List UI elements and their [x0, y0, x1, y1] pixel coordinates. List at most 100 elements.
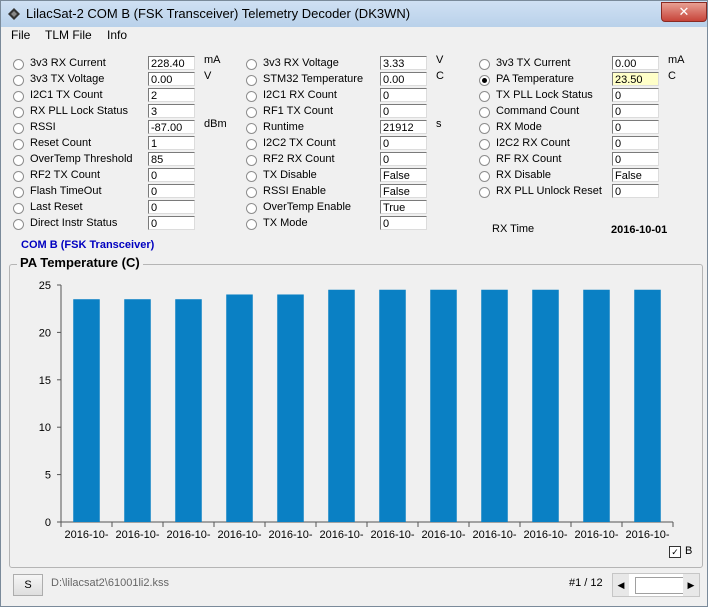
radio-rx-disable[interactable] [479, 171, 490, 182]
y-tick-label: 0 [45, 517, 51, 529]
param-row-stm32-temperature: STM32 Temperature 0.00 C [246, 70, 466, 88]
param-row-i2c1-rx-count: I2C1 RX Count 0 [246, 88, 466, 104]
param-row-reset-count: Reset Count 1 [13, 136, 234, 152]
value-rssi: -87.00 [148, 120, 195, 134]
value-last-reset: 0 [148, 200, 195, 214]
file-path: D:\lilacsat2\61001li2.kss [51, 577, 170, 589]
page-scrollbar[interactable]: ◀ ▶ [612, 573, 700, 597]
radio-3v3-tx-current[interactable] [479, 59, 490, 70]
param-row-direct-instr-status: Direct Instr Status 0 [13, 216, 234, 232]
x-tick-label: 2016-10- [625, 529, 669, 541]
scroll-thumb[interactable] [635, 577, 685, 594]
rx-time-value: 2016-10-01 [611, 224, 668, 236]
satellite-app-icon [8, 8, 20, 20]
bar [481, 289, 508, 522]
legend-checkbox[interactable]: ✓ [669, 546, 681, 558]
value-rf-rx-count: 0 [612, 152, 659, 166]
radio-reset-count[interactable] [13, 139, 24, 150]
radio-rf2-tx-count[interactable] [13, 171, 24, 182]
radio-runtime[interactable] [246, 123, 257, 134]
y-tick-label: 15 [39, 375, 51, 387]
label-last-reset: Last Reset [30, 201, 83, 213]
value-rf1-tx-count: 0 [380, 104, 427, 118]
param-row-rssi: RSSI -87.00 dBm [13, 118, 234, 136]
label-rx-pll-unlock-reset: RX PLL Unlock Reset [496, 185, 602, 197]
radio-flash-timeout[interactable] [13, 187, 24, 198]
menu-info[interactable]: Info [107, 28, 127, 42]
radio-pa-temperature[interactable] [479, 75, 490, 86]
label-i2c2-rx-count: I2C2 RX Count [496, 137, 570, 149]
radio-overtemp-enable[interactable] [246, 203, 257, 214]
label-rx-disable: RX Disable [496, 169, 552, 181]
radio-rf1-tx-count[interactable] [246, 107, 257, 118]
rx-time-label: RX Time [492, 223, 535, 235]
x-tick-label: 2016-10- [268, 529, 312, 541]
label-stm32-temperature: STM32 Temperature [263, 73, 364, 85]
window-title: LilacSat-2 COM B (FSK Transceiver) Telem… [26, 6, 411, 21]
param-row-3v3-rx-current: 3v3 RX Current 228.40 mA [13, 54, 234, 72]
label-rx-pll-lock-status: RX PLL Lock Status [30, 105, 129, 117]
label-rssi-enable: RSSI Enable [263, 185, 326, 197]
label-i2c2-tx-count: I2C2 TX Count [263, 137, 336, 149]
x-tick-label: 2016-10- [64, 529, 108, 541]
radio-overtemp-threshold[interactable] [13, 155, 24, 166]
radio-stm32-temperature[interactable] [246, 75, 257, 86]
y-tick-label: 20 [39, 327, 51, 339]
radio-tx-mode[interactable] [246, 219, 257, 230]
param-row-tx-pll-lock-status: TX PLL Lock Status 0 [479, 88, 698, 104]
y-tick-label: 5 [45, 470, 51, 482]
menu-tlm-file[interactable]: TLM File [45, 28, 92, 42]
s-button[interactable]: S [13, 574, 43, 596]
bar [379, 289, 406, 522]
radio-rx-pll-lock-status[interactable] [13, 107, 24, 118]
radio-i2c1-tx-count[interactable] [13, 91, 24, 102]
bar [73, 299, 100, 522]
label-rf1-tx-count: RF1 TX Count [263, 105, 334, 117]
label-i2c1-tx-count: I2C1 TX Count [30, 89, 103, 101]
value-3v3-tx-voltage: 0.00 [148, 72, 195, 86]
radio-rx-mode[interactable] [479, 123, 490, 134]
value-rx-disable: False [612, 168, 659, 182]
scroll-right-arrow-icon[interactable]: ▶ [683, 574, 699, 596]
value-i2c1-tx-count: 2 [148, 88, 195, 102]
value-i2c1-rx-count: 0 [380, 88, 427, 102]
radio-3v3-rx-current[interactable] [13, 59, 24, 70]
radio-rf-rx-count[interactable] [479, 155, 490, 166]
radio-i2c2-tx-count[interactable] [246, 139, 257, 150]
radio-tx-pll-lock-status[interactable] [479, 91, 490, 102]
x-tick-label: 2016-10- [472, 529, 516, 541]
x-tick-label: 2016-10- [217, 529, 261, 541]
menu-file[interactable]: File [11, 28, 30, 42]
label-3v3-tx-voltage: 3v3 TX Voltage [30, 73, 105, 85]
bar [175, 299, 202, 522]
radio-rssi-enable[interactable] [246, 187, 257, 198]
radio-last-reset[interactable] [13, 203, 24, 214]
label-rf2-tx-count: RF2 TX Count [30, 169, 101, 181]
bar [532, 289, 559, 522]
x-tick-label: 2016-10- [115, 529, 159, 541]
label-runtime: Runtime [263, 121, 304, 133]
bar [634, 289, 661, 522]
radio-tx-disable[interactable] [246, 171, 257, 182]
scroll-left-arrow-icon[interactable]: ◀ [613, 574, 629, 596]
close-button[interactable]: ✕ [661, 2, 707, 22]
value-flash-timeout: 0 [148, 184, 195, 198]
radio-rx-pll-unlock-reset[interactable] [479, 187, 490, 198]
param-row-rf2-tx-count: RF2 TX Count 0 [13, 168, 234, 184]
radio-rf2-rx-count[interactable] [246, 155, 257, 166]
radio-direct-instr-status[interactable] [13, 219, 24, 230]
value-rssi-enable: False [380, 184, 427, 198]
legend-series-label: B [685, 545, 693, 557]
radio-i2c2-rx-count[interactable] [479, 139, 490, 150]
param-row-3v3-rx-voltage: 3v3 RX Voltage 3.33 V [246, 54, 466, 72]
value-i2c2-rx-count: 0 [612, 136, 659, 150]
radio-command-count[interactable] [479, 107, 490, 118]
radio-i2c1-rx-count[interactable] [246, 91, 257, 102]
label-i2c1-rx-count: I2C1 RX Count [263, 89, 337, 101]
value-3v3-rx-current: 228.40 [148, 56, 195, 70]
radio-3v3-tx-voltage[interactable] [13, 75, 24, 86]
unit-rssi: dBm [204, 118, 227, 130]
radio-3v3-rx-voltage[interactable] [246, 59, 257, 70]
param-row-i2c2-tx-count: I2C2 TX Count 0 [246, 136, 466, 152]
radio-rssi[interactable] [13, 123, 24, 134]
